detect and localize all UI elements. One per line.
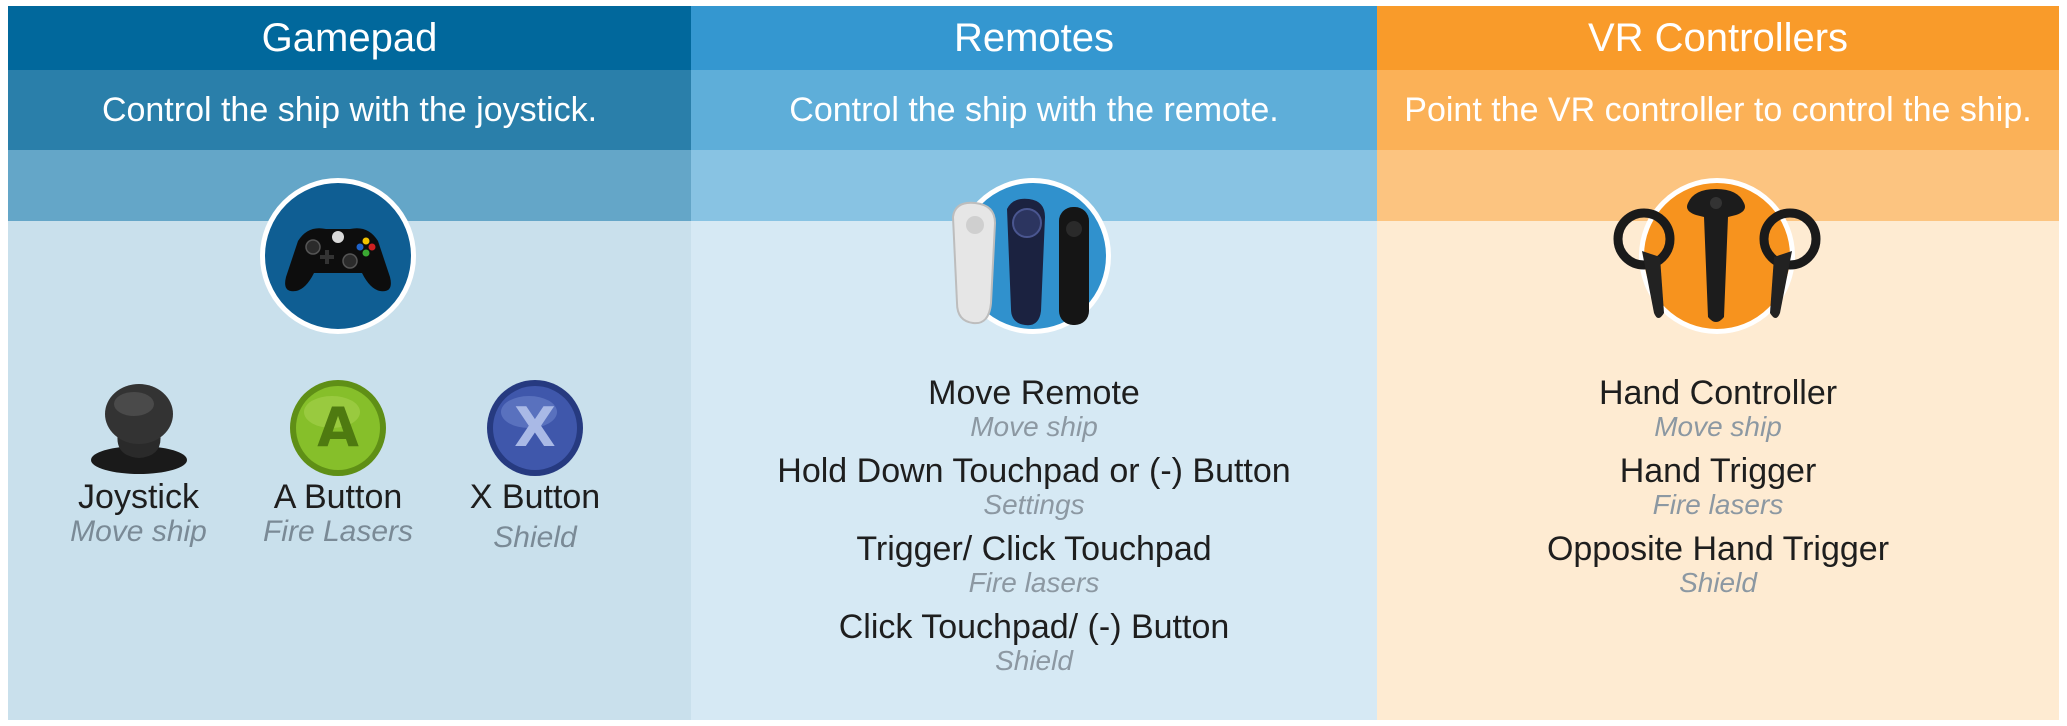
gamepad-title: Gamepad [8,6,691,70]
remotes-column: Remotes Control the ship with the remote… [691,6,1377,720]
list-item: Hand Trigger Fire lasers [1619,452,1817,520]
joystick-item: Joystick Move ship [46,378,231,548]
joystick-icon [90,384,187,474]
remotes-controls-list: Move Remote Move ship Hold Down Touchpad… [691,374,1377,686]
gamepad-column: Gamepad Control the ship with the joysti… [8,6,691,720]
list-item: Click Touchpad/ (-) Button Shield [838,608,1230,676]
gamepad-subtitle: Control the ship with the joystick. [8,70,691,150]
vr-title: VR Controllers [1377,6,2059,70]
vr-controls-list: Hand Controller Move ship Hand Trigger F… [1377,374,2059,608]
x-button-item: X X Button Shield [445,378,625,554]
joystick-label: Joystick [78,478,199,516]
vr-subtitle: Point the VR controller to control the s… [1377,70,2059,150]
list-item: Move Remote Move ship [928,374,1140,442]
list-item: Hold Down Touchpad or (-) Button Setting… [777,452,1291,520]
controls-reference: Gamepad Control the ship with the joysti… [8,6,2059,720]
svg-text:X: X [514,396,556,459]
vr-hand-controllers-icon [1613,178,1821,334]
x-button-icon: X [487,380,583,476]
xbox-controller-icon [260,178,416,334]
remotes-title: Remotes [691,6,1377,70]
x-button-desc: Shield [493,521,577,554]
a-button-desc: Fire Lasers [262,515,414,548]
list-item: Trigger/ Click Touchpad Fire lasers [856,530,1212,598]
x-button-label: X Button [469,478,601,516]
vr-controllers-column: VR Controllers Point the VR controller t… [1377,6,2059,720]
a-button-icon: A [290,380,386,476]
list-item: Opposite Hand Trigger Shield [1546,530,1890,598]
svg-text:A: A [317,396,359,459]
a-button-item: A A Button Fire Lasers [248,378,428,548]
list-item: Hand Controller Move ship [1598,374,1838,442]
vr-remotes-icon [951,178,1111,334]
remotes-subtitle: Control the ship with the remote. [691,70,1377,150]
a-button-label: A Button [273,478,403,516]
joystick-desc: Move ship [70,515,207,548]
